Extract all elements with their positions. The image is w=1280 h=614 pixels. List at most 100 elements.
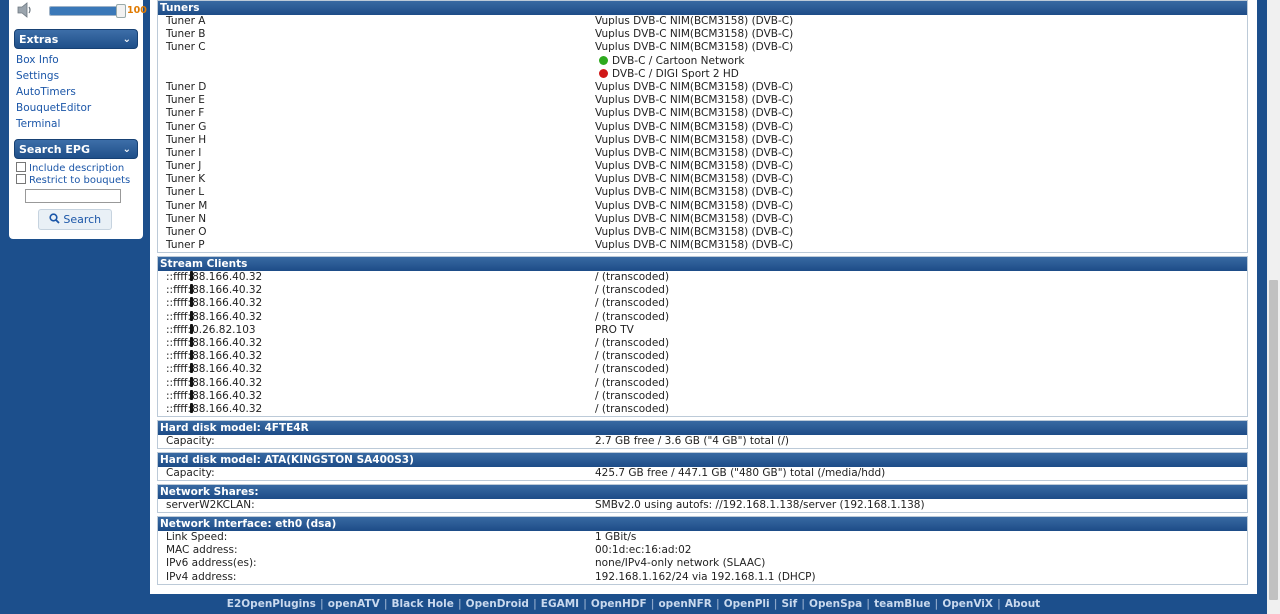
footer-link-about[interactable]: About [1005,598,1040,610]
disk1-rows: Capacity: 2.7 GB free / 3.6 GB ("4 GB") t… [158,435,1247,448]
client-address: ::ffff:88.166.40.32 [166,363,262,376]
extras-title: Extras [19,33,59,46]
footer-separator: | [866,598,871,610]
client-address: ::ffff:88.166.40.32 [166,350,262,363]
tuner-label: Tuner P [166,239,205,252]
footer-separator: | [383,598,388,610]
client-ip: 88.166.40.32 [192,376,263,389]
client-service: / (transcoded) [595,402,670,415]
footer-link-opennfr[interactable]: openNFR [658,598,711,610]
tuner-label: Tuner D [166,80,207,93]
search-button[interactable]: Search [38,209,112,230]
table-row: ::ffff:88.166.40.32 / (transcoded) [158,284,1247,297]
footer-separator: | [934,598,939,610]
table-row: Tuner L Vuplus DVB-C NIM(BCM3158) (DVB-C) [158,186,1247,199]
tuner-value: Vuplus DVB-C NIM(BCM3158) (DVB-C) [595,80,794,93]
tuner-label: Tuner E [166,94,205,107]
tuner-value: Vuplus DVB-C NIM(BCM3158) (DVB-C) [595,107,794,120]
extras-panel-header[interactable]: Extras ⌄ [14,29,138,49]
service-name: DVB-C / Cartoon Network [612,54,745,67]
tuner-c-services: DVB-C / Cartoon Network DVB-C / DIGI Spor… [158,55,1247,81]
extras-item-box-info[interactable]: Box Info [16,54,59,66]
footer-link-openspa[interactable]: OpenSpa [809,598,862,610]
netif-field-value: 192.168.1.162/24 via 192.168.1.1 (DHCP) [595,570,816,583]
tuner-value: Vuplus DVB-C NIM(BCM3158) (DVB-C) [595,186,794,199]
client-ip: 88.166.40.32 [192,350,263,363]
footer-separator: | [773,598,778,610]
extras-item-settings[interactable]: Settings [16,70,59,82]
disk1-header: Hard disk model: 4FTE4R [158,421,1247,435]
network-shares-section: Network Shares: serverW2KCLAN: SMBv2.0 us… [157,484,1248,513]
restrict-to-bouquets-label: Restrict to bouquets [29,175,131,186]
client-service: / (transcoded) [595,350,670,363]
extras-item-autotimers[interactable]: AutoTimers [16,86,76,98]
table-row: Tuner I Vuplus DVB-C NIM(BCM3158) (DVB-C) [158,147,1247,160]
checkbox-box[interactable] [16,174,26,184]
disk2-section: Hard disk model: ATA(KINGSTON SA400S3) C… [157,452,1248,481]
tuner-value: Vuplus DVB-C NIM(BCM3158) (DVB-C) [595,226,794,238]
page-scrollbar[interactable] [1267,0,1280,614]
client-address-prefix: ::ffff: [166,310,192,323]
tuner-label: Tuner I [166,146,202,159]
service-row: DVB-C / DIGI Sport 2 HD [158,68,1247,81]
footer-link-black-hole[interactable]: Black Hole [392,598,454,610]
footer-link-openpli[interactable]: OpenPli [724,598,770,610]
footer-link-openhdf[interactable]: OpenHDF [591,598,647,610]
main-content: Tuners Tuner A Vuplus DVB-C NIM(BCM3158) … [150,0,1257,594]
restrict-to-bouquets-checkbox[interactable]: Restrict to bouquets [16,174,130,186]
tuner-label: Tuner K [166,173,206,186]
volume-slider[interactable] [49,6,125,16]
client-service: / (transcoded) [595,297,670,310]
table-row: ::ffff:88.166.40.32 / (transcoded) [158,376,1247,390]
table-row: ::ffff:88.166.40.32 / (transcoded) [158,363,1247,376]
tuners-section: Tuners Tuner A Vuplus DVB-C NIM(BCM3158) … [157,0,1248,253]
client-address-prefix: ::ffff: [166,271,192,283]
client-service: / (transcoded) [595,284,670,297]
extras-item-bouqueteditor[interactable]: BouquetEditor [16,102,91,114]
table-row: Tuner O Vuplus DVB-C NIM(BCM3158) (DVB-C) [158,226,1247,239]
disk-field-label: Capacity: [166,435,215,447]
footer-link-teamblue[interactable]: teamBlue [874,598,930,610]
include-description-checkbox[interactable]: Include description [16,162,124,174]
speaker-icon[interactable] [16,1,36,19]
stream-clients-section: Stream Clients ::ffff:88.166.40.32/ (tra… [157,256,1248,417]
footer-link-e2openplugins[interactable]: E2OpenPlugins [227,598,316,610]
tuners-rows-bottom: Tuner D Vuplus DVB-C NIM(BCM3158) (DVB-C)… [158,81,1247,252]
footer-link-sif[interactable]: Sif [781,598,797,610]
client-address: ::ffff:88.166.40.32 [166,402,262,416]
client-ip: 88.166.40.32 [192,363,263,376]
table-row: ::ffff:88.166.40.32 / (transcoded) [158,350,1247,363]
client-service: / (transcoded) [595,389,670,402]
epg-search-input[interactable] [25,189,121,203]
tuner-label: Tuner M [166,199,208,212]
search-button-label: Search [63,213,102,226]
table-row: ::ffff:88.166.40.32 / (transcoded) [158,336,1247,350]
search-epg-panel-header[interactable]: Search EPG ⌄ [14,139,138,159]
footer-link-openatv[interactable]: openATV [328,598,380,610]
volume-slider-handle[interactable] [116,4,126,18]
table-row: ::ffff:88.166.40.32 / (transcoded) [158,271,1247,284]
network-interface-rows: Link Speed: 1 GBit/s MAC address: 00:1d:ec:… [158,531,1247,584]
checkbox-box[interactable] [16,162,26,172]
tuner-value: Vuplus DVB-C NIM(BCM3158) (DVB-C) [595,120,794,133]
netif-field-label: MAC address: [166,544,238,557]
tuner-label: Tuner F [166,107,205,120]
stream-clients-header: Stream Clients [158,257,1247,271]
stream-clients-rows: ::ffff:88.166.40.32/ (transcoded)::ffff:… [158,271,1247,416]
volume-value: 100 [127,5,147,16]
extras-item-terminal[interactable]: Terminal [16,118,60,130]
scrollbar-thumb[interactable] [1269,280,1278,600]
disk-field-value: 2.7 GB free / 3.6 GB ("4 GB") total (/) [595,435,789,447]
footer-link-egami[interactable]: EGAMI [541,598,579,610]
client-service: / (transcoded) [595,363,670,376]
footer-link-opendroid[interactable]: OpenDroid [466,598,529,610]
netif-field-label: IPv4 address: [166,570,237,583]
table-row: ::ffff:88.166.40.32 / (transcoded) [158,297,1247,310]
status-green-dot-icon [599,55,608,65]
footer-separator: | [319,598,324,610]
footer-link-openvix[interactable]: OpenViX [942,598,993,610]
service-entry: DVB-C / Cartoon Network [595,55,745,68]
client-address: ::ffff:0.26.82.103 [166,323,256,337]
table-row: ::ffff:88.166.40.32 / (transcoded) [158,402,1247,416]
client-address-prefix: ::ffff: [166,363,192,376]
